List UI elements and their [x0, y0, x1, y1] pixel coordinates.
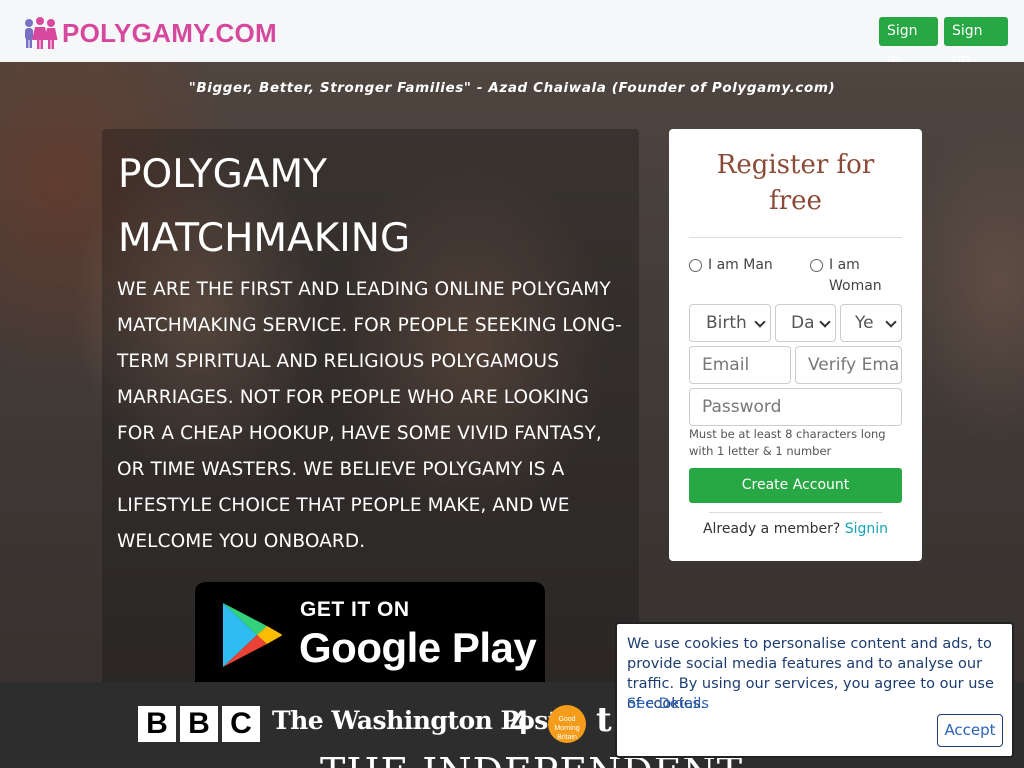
- radio-man-label: I am Man: [708, 257, 773, 273]
- brand-logo[interactable]: POLYGAMY.COM: [22, 16, 277, 50]
- hero-section: "Bigger, Better, Stronger Families" - Az…: [0, 62, 1024, 682]
- register-title: Register for free: [716, 150, 875, 216]
- verify-email-field[interactable]: Verify Ema: [795, 346, 902, 384]
- create-account-button[interactable]: Create Account: [689, 468, 902, 503]
- password-field[interactable]: Password: [689, 388, 902, 426]
- founder-quote: "Bigger, Better, Stronger Families" - Az…: [188, 80, 836, 96]
- signin-link[interactable]: Signin: [845, 521, 888, 537]
- radio-woman[interactable]: [810, 259, 823, 272]
- top-navbar: POLYGAMY.COM Sign in Sign up: [0, 0, 1024, 68]
- password-hint: Must be at least 8 characters long with …: [689, 427, 886, 458]
- already-member-text: Already a member? Signin: [669, 521, 922, 537]
- times-logo: t: [596, 700, 612, 740]
- page-title: POLYGAMY MATCHMAKING: [118, 152, 411, 261]
- divider: [709, 512, 882, 513]
- member-question: Already a member?: [702, 521, 841, 537]
- badge-get-it-on: GET IT ON: [300, 598, 410, 621]
- birth-day-select[interactable]: Da: [775, 304, 836, 342]
- sign-up-button[interactable]: Sign up: [944, 17, 1008, 68]
- see-details-link[interactable]: See Details: [627, 694, 709, 714]
- radio-woman-label: I am Woman: [829, 257, 882, 294]
- bbc-logo: B B C: [138, 706, 260, 742]
- sign-in-button[interactable]: Sign in: [879, 17, 938, 68]
- service-description: WE ARE THE FIRST AND LEADING ONLINE POLY…: [117, 279, 622, 552]
- bbc-letter: B: [180, 706, 218, 742]
- register-form: Register for free I am Man I am Woman Bi…: [669, 129, 922, 561]
- brand-name: POLYGAMY.COM: [62, 17, 278, 48]
- family-icon: [25, 17, 58, 49]
- divider: [689, 237, 902, 238]
- cookie-banner: We use cookies to personalise content an…: [615, 622, 1014, 758]
- radio-man[interactable]: [689, 259, 702, 272]
- birth-month-select[interactable]: Birth: [689, 304, 771, 342]
- google-play-icon: [223, 603, 282, 667]
- birth-year-select[interactable]: Ye: [840, 304, 902, 342]
- bbc-letter: B: [138, 706, 176, 742]
- google-play-badge[interactable]: GET IT ON Google Play: [195, 582, 545, 682]
- gender-woman-option[interactable]: I am Woman: [810, 255, 900, 297]
- intro-panel: POLYGAMY MATCHMAKING WE ARE THE FIRST AN…: [102, 129, 639, 682]
- gender-man-option[interactable]: I am Man: [689, 255, 773, 276]
- channel4-logo: 4: [510, 704, 529, 742]
- badge-store-name: Google Play: [299, 624, 537, 671]
- accept-cookies-button[interactable]: Accept: [937, 714, 1003, 747]
- email-field[interactable]: Email: [689, 346, 791, 384]
- bbc-letter: C: [222, 706, 260, 742]
- good-morning-britain-logo: Good Morning Britain: [548, 705, 586, 743]
